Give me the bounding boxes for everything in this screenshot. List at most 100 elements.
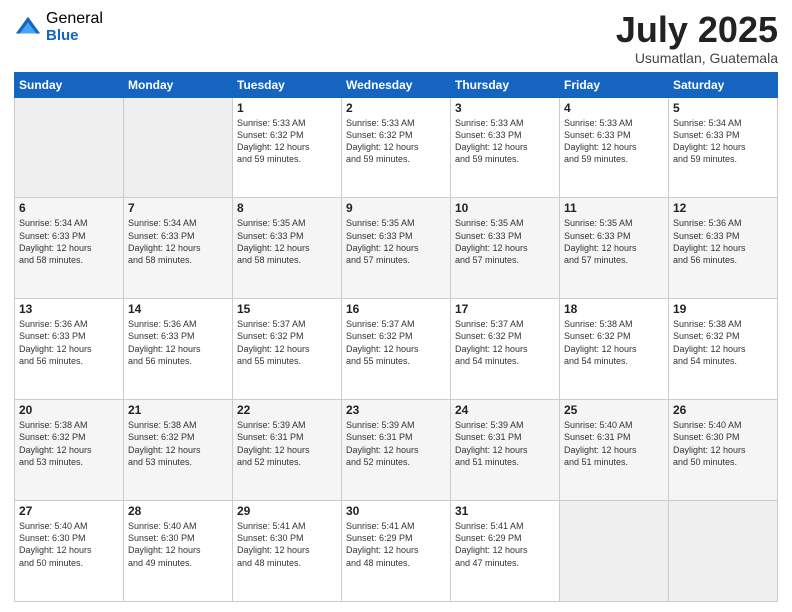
day-number: 19 <box>673 302 773 316</box>
title-block: July 2025 Usumatlan, Guatemala <box>616 10 778 66</box>
day-number: 17 <box>455 302 555 316</box>
day-info: Sunrise: 5:33 AM Sunset: 6:33 PM Dayligh… <box>455 117 555 166</box>
col-sunday: Sunday <box>15 72 124 97</box>
day-number: 1 <box>237 101 337 115</box>
table-row: 27Sunrise: 5:40 AM Sunset: 6:30 PM Dayli… <box>15 501 124 602</box>
header: General Blue July 2025 Usumatlan, Guatem… <box>14 10 778 66</box>
col-saturday: Saturday <box>669 72 778 97</box>
day-number: 18 <box>564 302 664 316</box>
calendar-week-4: 20Sunrise: 5:38 AM Sunset: 6:32 PM Dayli… <box>15 400 778 501</box>
table-row: 20Sunrise: 5:38 AM Sunset: 6:32 PM Dayli… <box>15 400 124 501</box>
day-info: Sunrise: 5:37 AM Sunset: 6:32 PM Dayligh… <box>455 318 555 367</box>
day-info: Sunrise: 5:38 AM Sunset: 6:32 PM Dayligh… <box>673 318 773 367</box>
day-number: 5 <box>673 101 773 115</box>
table-row: 17 Sunrise: 5:37 AM Sunset: 6:32 PM Dayli… <box>451 299 560 400</box>
day-number: 14 <box>128 302 228 316</box>
table-row <box>560 501 669 602</box>
day-number: 29 <box>237 504 337 518</box>
logo-general: General <box>46 10 103 28</box>
table-row: 4 Sunrise: 5:33 AM Sunset: 6:33 PM Daylig… <box>560 97 669 198</box>
day-number: 10 <box>455 201 555 215</box>
table-row: 2 Sunrise: 5:33 AM Sunset: 6:32 PM Daylig… <box>342 97 451 198</box>
table-row: 25Sunrise: 5:40 AM Sunset: 6:31 PM Dayli… <box>560 400 669 501</box>
day-number: 8 <box>237 201 337 215</box>
day-info: Sunrise: 5:34 AM Sunset: 6:33 PM Dayligh… <box>673 117 773 166</box>
day-number: 31 <box>455 504 555 518</box>
day-number: 3 <box>455 101 555 115</box>
calendar-week-3: 13 Sunrise: 5:36 AM Sunset: 6:33 PM Dayli… <box>15 299 778 400</box>
table-row: 1Sunrise: 5:33 AM Sunset: 6:32 PM Daylig… <box>233 97 342 198</box>
table-row: 12Sunrise: 5:36 AM Sunset: 6:33 PM Dayli… <box>669 198 778 299</box>
table-row: 19 Sunrise: 5:38 AM Sunset: 6:32 PM Dayli… <box>669 299 778 400</box>
table-row: 29Sunrise: 5:41 AM Sunset: 6:30 PM Dayli… <box>233 501 342 602</box>
month-title: July 2025 <box>616 10 778 50</box>
logo: General Blue <box>14 10 103 44</box>
calendar-page: General Blue July 2025 Usumatlan, Guatem… <box>0 0 792 612</box>
day-info: Sunrise: 5:38 AM Sunset: 6:32 PM Dayligh… <box>128 419 228 468</box>
day-info: Sunrise: 5:35 AM Sunset: 6:33 PM Dayligh… <box>564 217 664 266</box>
calendar-week-2: 6 Sunrise: 5:34 AM Sunset: 6:33 PM Daylig… <box>15 198 778 299</box>
table-row: 7 Sunrise: 5:34 AM Sunset: 6:33 PM Daylig… <box>124 198 233 299</box>
location: Usumatlan, Guatemala <box>616 50 778 66</box>
col-thursday: Thursday <box>451 72 560 97</box>
day-number: 13 <box>19 302 119 316</box>
table-row: 21 Sunrise: 5:38 AM Sunset: 6:32 PM Dayli… <box>124 400 233 501</box>
table-row: 9 Sunrise: 5:35 AM Sunset: 6:33 PM Daylig… <box>342 198 451 299</box>
day-info: Sunrise: 5:40 AM Sunset: 6:30 PM Dayligh… <box>128 520 228 569</box>
day-number: 4 <box>564 101 664 115</box>
table-row: 16Sunrise: 5:37 AM Sunset: 6:32 PM Dayli… <box>342 299 451 400</box>
day-number: 22 <box>237 403 337 417</box>
day-number: 27 <box>19 504 119 518</box>
day-info: Sunrise: 5:39 AM Sunset: 6:31 PM Dayligh… <box>346 419 446 468</box>
day-info: Sunrise: 5:39 AM Sunset: 6:31 PM Dayligh… <box>455 419 555 468</box>
day-info: Sunrise: 5:35 AM Sunset: 6:33 PM Dayligh… <box>455 217 555 266</box>
table-row: 14 Sunrise: 5:36 AM Sunset: 6:33 PM Dayli… <box>124 299 233 400</box>
logo-blue: Blue <box>46 28 103 45</box>
table-row: 11 Sunrise: 5:35 AM Sunset: 6:33 PM Dayli… <box>560 198 669 299</box>
table-row: 28 Sunrise: 5:40 AM Sunset: 6:30 PM Dayli… <box>124 501 233 602</box>
day-info: Sunrise: 5:39 AM Sunset: 6:31 PM Dayligh… <box>237 419 337 468</box>
table-row: 22 Sunrise: 5:39 AM Sunset: 6:31 PM Dayli… <box>233 400 342 501</box>
day-info: Sunrise: 5:33 AM Sunset: 6:33 PM Dayligh… <box>564 117 664 166</box>
day-number: 16 <box>346 302 446 316</box>
day-info: Sunrise: 5:34 AM Sunset: 6:33 PM Dayligh… <box>19 217 119 266</box>
day-number: 11 <box>564 201 664 215</box>
day-info: Sunrise: 5:36 AM Sunset: 6:33 PM Dayligh… <box>128 318 228 367</box>
table-row: 23Sunrise: 5:39 AM Sunset: 6:31 PM Dayli… <box>342 400 451 501</box>
day-info: Sunrise: 5:36 AM Sunset: 6:33 PM Dayligh… <box>673 217 773 266</box>
table-row: 10 Sunrise: 5:35 AM Sunset: 6:33 PM Dayli… <box>451 198 560 299</box>
logo-text: General Blue <box>46 10 103 44</box>
col-friday: Friday <box>560 72 669 97</box>
day-info: Sunrise: 5:37 AM Sunset: 6:32 PM Dayligh… <box>237 318 337 367</box>
day-number: 9 <box>346 201 446 215</box>
day-info: Sunrise: 5:40 AM Sunset: 6:30 PM Dayligh… <box>673 419 773 468</box>
table-row: 31Sunrise: 5:41 AM Sunset: 6:29 PM Dayli… <box>451 501 560 602</box>
day-info: Sunrise: 5:38 AM Sunset: 6:32 PM Dayligh… <box>19 419 119 468</box>
header-row: Sunday Monday Tuesday Wednesday Thursday… <box>15 72 778 97</box>
logo-icon <box>14 13 42 41</box>
calendar-table: Sunday Monday Tuesday Wednesday Thursday… <box>14 72 778 602</box>
day-number: 21 <box>128 403 228 417</box>
day-number: 2 <box>346 101 446 115</box>
day-number: 25 <box>564 403 664 417</box>
day-info: Sunrise: 5:34 AM Sunset: 6:33 PM Dayligh… <box>128 217 228 266</box>
col-monday: Monday <box>124 72 233 97</box>
day-number: 7 <box>128 201 228 215</box>
table-row: 3 Sunrise: 5:33 AM Sunset: 6:33 PM Daylig… <box>451 97 560 198</box>
table-row: 30Sunrise: 5:41 AM Sunset: 6:29 PM Dayli… <box>342 501 451 602</box>
day-number: 26 <box>673 403 773 417</box>
day-info: Sunrise: 5:35 AM Sunset: 6:33 PM Dayligh… <box>346 217 446 266</box>
calendar-week-5: 27 Sunrise: 5:40 AM Sunset: 6:30 PM Dayli… <box>15 501 778 602</box>
day-info: Sunrise: 5:33 AM Sunset: 6:32 PM Dayligh… <box>346 117 446 166</box>
table-row <box>669 501 778 602</box>
table-row: 26 Sunrise: 5:40 AM Sunset: 6:30 PM Dayli… <box>669 400 778 501</box>
day-number: 28 <box>128 504 228 518</box>
col-tuesday: Tuesday <box>233 72 342 97</box>
calendar-week-1: 1 Sunrise: 5:33 AM Sunset: 6:32 PM Daylig… <box>15 97 778 198</box>
table-row: 8Sunrise: 5:35 AM Sunset: 6:33 PM Daylig… <box>233 198 342 299</box>
day-number: 24 <box>455 403 555 417</box>
day-info: Sunrise: 5:36 AM Sunset: 6:33 PM Dayligh… <box>19 318 119 367</box>
table-row: 15Sunrise: 5:37 AM Sunset: 6:32 PM Dayli… <box>233 299 342 400</box>
col-wednesday: Wednesday <box>342 72 451 97</box>
day-number: 6 <box>19 201 119 215</box>
